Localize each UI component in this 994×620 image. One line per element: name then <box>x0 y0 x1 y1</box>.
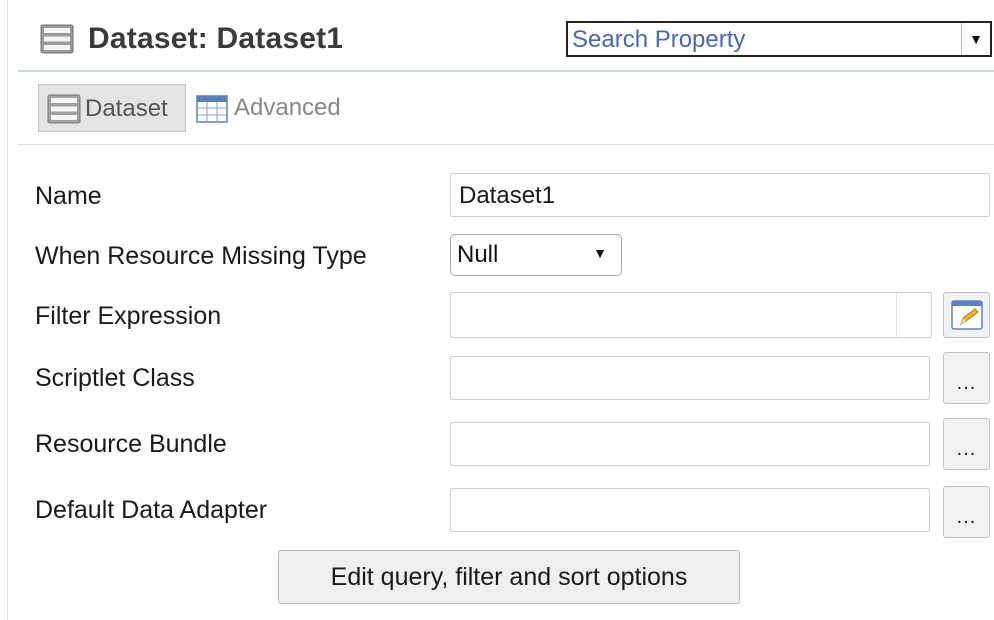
search-property-input[interactable]: Search Property <box>572 26 745 54</box>
resource-bundle-browse-button[interactable]: ... <box>943 418 990 470</box>
missing-type-value: Null <box>457 241 499 268</box>
search-property-combo[interactable]: Search Property ▼ <box>566 21 992 57</box>
default-adapter-field[interactable] <box>450 488 930 532</box>
dataset-icon <box>40 24 74 54</box>
triangle-down-icon: ▼ <box>593 245 607 261</box>
scriptlet-class-browse-button[interactable]: ... <box>943 352 990 404</box>
name-label: Name <box>35 182 102 210</box>
tab-label: Dataset <box>85 95 168 122</box>
filter-expression-field[interactable] <box>450 292 932 338</box>
resource-bundle-label: Resource Bundle <box>35 430 227 458</box>
resource-bundle-field[interactable] <box>450 422 930 466</box>
missing-type-label: When Resource Missing Type <box>35 242 367 270</box>
ellipsis-icon: ... <box>956 372 977 394</box>
tab-bar: Dataset Advanced <box>18 78 994 145</box>
panel-left-border <box>7 0 8 620</box>
table-icon <box>196 95 228 123</box>
name-value: Dataset1 <box>459 182 556 209</box>
scriptlet-class-label: Scriptlet Class <box>35 364 195 392</box>
edit-query-button[interactable]: Edit query, filter and sort options <box>278 550 740 604</box>
missing-type-select[interactable]: Null ▼ <box>450 234 622 276</box>
page-title: Dataset: Dataset1 <box>88 22 344 55</box>
dataset-icon <box>47 94 81 124</box>
name-field[interactable]: Dataset1 <box>450 173 990 217</box>
field-divider <box>896 293 897 337</box>
triangle-down-icon[interactable]: ▼ <box>961 23 990 55</box>
default-adapter-browse-button[interactable]: ... <box>943 486 990 538</box>
properties-header: Dataset: Dataset1 Search Property ▼ <box>18 14 994 72</box>
expression-editor-icon <box>951 300 983 335</box>
tab-advanced[interactable]: Advanced <box>196 84 366 132</box>
scriptlet-class-field[interactable] <box>450 356 930 400</box>
tab-dataset[interactable]: Dataset <box>38 84 186 132</box>
ellipsis-icon: ... <box>956 438 977 460</box>
default-adapter-label: Default Data Adapter <box>35 496 268 524</box>
ellipsis-icon: ... <box>956 506 977 528</box>
tab-label: Advanced <box>234 94 341 121</box>
expression-editor-button[interactable] <box>943 292 990 338</box>
filter-expression-label: Filter Expression <box>35 302 222 330</box>
